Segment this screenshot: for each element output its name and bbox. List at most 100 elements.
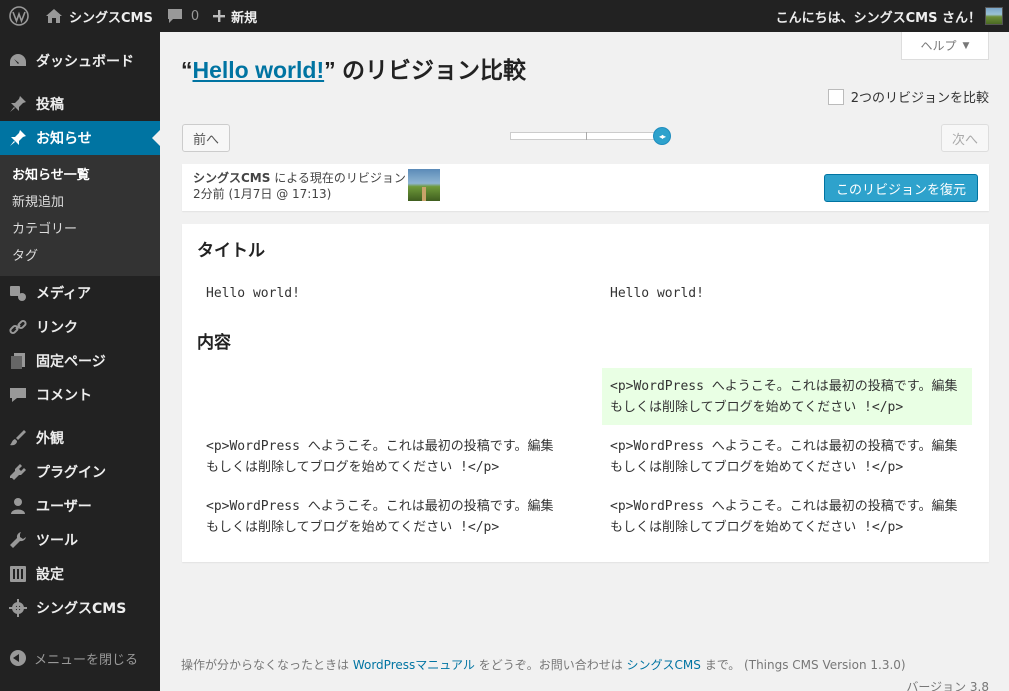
slider-handle[interactable]: ◂▸ [653, 127, 671, 145]
my-account-link[interactable]: こんにちは、シングスCMS さん！ [769, 0, 1009, 32]
revision-slider[interactable]: ◂▸ [510, 127, 671, 145]
diff-added-line: <p>WordPress へようこそ。これは最初の投稿です。編集もしくは削除して… [602, 368, 972, 425]
diff-title-left: Hello world! [206, 286, 300, 301]
slider-tick [586, 132, 587, 140]
link-icon [8, 317, 28, 337]
previous-revision-button[interactable]: 前へ [182, 124, 231, 152]
footer-text-part: まで。 (Things CMS Version 1.3.0) [700, 658, 906, 672]
sidebar-item-label: プラグイン [36, 465, 106, 481]
pin-icon [8, 128, 28, 148]
wordpress-manual-link[interactable]: WordPressマニュアル [353, 658, 475, 672]
sidebar-item-label: メディア [36, 286, 92, 302]
comment-icon [8, 385, 28, 405]
user-icon [8, 496, 28, 516]
next-revision-button[interactable]: 次へ [940, 124, 989, 152]
appearance-icon [8, 428, 28, 448]
sidebar-item-links[interactable]: リンク [0, 310, 160, 344]
site-name-link[interactable]: シングスCMS [39, 0, 160, 32]
comments-link[interactable]: 0 [160, 0, 206, 32]
help-label: ヘルプ [920, 39, 957, 53]
site-name-label: シングスCMS [69, 10, 153, 26]
wordpress-logo-icon[interactable] [0, 0, 39, 32]
sidebar-item-dashboard[interactable]: ダッシュボード [0, 44, 160, 78]
version-text: バージョン 3.8 [906, 680, 989, 691]
submenu-item-categories[interactable]: カテゴリー [0, 216, 160, 243]
sidebar-item-label: 設定 [36, 567, 64, 583]
sidebar-item-plugins[interactable]: プラグイン [0, 455, 160, 489]
revision-diff: タイトル Hello world! Hello world! 内容 <p>Wor… [182, 224, 989, 562]
dashboard-icon [8, 51, 28, 71]
diff-context-right: <p>WordPress へようこそ。これは最初の投稿です。編集もしくは削除して… [610, 499, 958, 535]
diff-content-heading: 内容 [197, 333, 231, 353]
revision-author-suffix: による現在のリビジョン [270, 171, 406, 185]
diff-context-left: <p>WordPress へようこそ。これは最初の投稿です。編集もしくは削除して… [206, 499, 554, 535]
revision-author-name: シングスCMS [193, 171, 271, 185]
comment-count: 0 [190, 8, 200, 24]
compare-two-label: 2つのリビジョンを比較 [850, 91, 989, 106]
admin-bar: シングスCMS 0 新規 こんにちは、シングスCMS さん！ [0, 0, 1009, 32]
news-submenu: お知らせ一覧 新規追加 カテゴリー タグ [0, 155, 160, 276]
footer-text-part: をどうぞ。お問い合わせは [474, 658, 627, 672]
sidebar-item-label: ユーザー [36, 499, 92, 515]
help-tab-button[interactable]: ヘルプ ▼ [901, 32, 989, 60]
sidebar-item-tools[interactable]: ツール [0, 523, 160, 557]
revision-time: 2分前 (1月7日 @ 17:13) [193, 187, 332, 201]
sidebar-item-appearance[interactable]: 外観 [0, 421, 160, 455]
page-title-text: ” のリビジョン比較 [324, 57, 527, 83]
revision-meta: シングスCMS による現在のリビジョン 2分前 (1月7日 @ 17:13) こ… [182, 164, 989, 211]
admin-sidebar: ダッシュボード 投稿 お知らせ お知らせ一覧 新規追加 カテゴリー タグ メディ… [0, 32, 160, 691]
collapse-arrow-icon [10, 650, 26, 666]
title-open-quote: “ [181, 57, 193, 83]
submenu-item-add-new[interactable]: 新規追加 [0, 189, 160, 216]
footer-text: 操作が分からなくなったときは WordPressマニュアル をどうぞ。お問い合わ… [181, 656, 906, 673]
greeting-text: こんにちは、シングスCMS さん！ [775, 10, 981, 26]
sidebar-item-settings[interactable]: 設定 [0, 557, 160, 591]
pin-icon [8, 94, 28, 114]
caret-down-icon: ▼ [962, 40, 970, 51]
page-icon [8, 351, 28, 371]
sidebar-item-things-cms[interactable]: シングスCMS [0, 591, 160, 625]
sidebar-item-users[interactable]: ユーザー [0, 489, 160, 523]
sidebar-item-label: シングスCMS [36, 601, 127, 617]
sidebar-item-label: 固定ページ [36, 354, 106, 370]
sidebar-item-label: お知らせ [36, 131, 92, 147]
revision-author-info: シングスCMS による現在のリビジョン 2分前 (1月7日 @ 17:13) [193, 170, 406, 202]
sidebar-item-label: 投稿 [36, 97, 64, 113]
submenu-item-news-list[interactable]: お知らせ一覧 [0, 162, 160, 189]
new-content-link[interactable]: 新規 [206, 0, 264, 32]
compare-two-revisions-toggle[interactable]: 2つのリビジョンを比較 [827, 87, 989, 106]
tools-icon [8, 530, 28, 550]
sidebar-item-label: リンク [36, 320, 78, 336]
footer-text-part: 操作が分からなくなったときは [181, 658, 353, 672]
things-cms-link[interactable]: シングスCMS [627, 658, 701, 672]
diff-title-right: Hello world! [610, 286, 704, 301]
diff-title-heading: タイトル [197, 241, 265, 261]
avatar [408, 169, 440, 201]
settings-icon [8, 564, 28, 584]
compare-two-checkbox[interactable] [827, 88, 844, 105]
diff-context-left: <p>WordPress へようこそ。これは最初の投稿です。編集もしくは削除して… [206, 439, 554, 475]
sidebar-item-media[interactable]: メディア [0, 276, 160, 310]
sidebar-item-posts[interactable]: 投稿 [0, 87, 160, 121]
sidebar-item-comments[interactable]: コメント [0, 378, 160, 412]
post-title-link[interactable]: Hello world! [193, 57, 325, 83]
diff-context-right: <p>WordPress へようこそ。これは最初の投稿です。編集もしくは削除して… [610, 439, 958, 475]
home-icon [46, 9, 62, 23]
submenu-item-tags[interactable]: タグ [0, 243, 160, 270]
sidebar-item-label: コメント [36, 388, 92, 404]
media-icon [8, 283, 28, 303]
sidebar-item-label: ダッシュボード [36, 54, 134, 70]
collapse-menu-button[interactable]: メニューを閉じる [0, 644, 138, 672]
main-content: ヘルプ ▼ “Hello world!” のリビジョン比較 2つのリビジョンを比… [160, 32, 1009, 691]
gear-icon [8, 598, 28, 618]
restore-revision-button[interactable]: このリビジョンを復元 [823, 174, 978, 202]
sidebar-item-label: ツール [36, 533, 78, 549]
avatar [985, 7, 1003, 25]
sidebar-item-news[interactable]: お知らせ [0, 121, 160, 155]
sidebar-item-pages[interactable]: 固定ページ [0, 344, 160, 378]
plugin-icon [8, 462, 28, 482]
comment-bubble-icon [167, 9, 183, 23]
collapse-menu-label: メニューを閉じる [34, 652, 139, 668]
page-title: “Hello world!” のリビジョン比較 [181, 51, 526, 85]
plus-icon [213, 10, 226, 22]
